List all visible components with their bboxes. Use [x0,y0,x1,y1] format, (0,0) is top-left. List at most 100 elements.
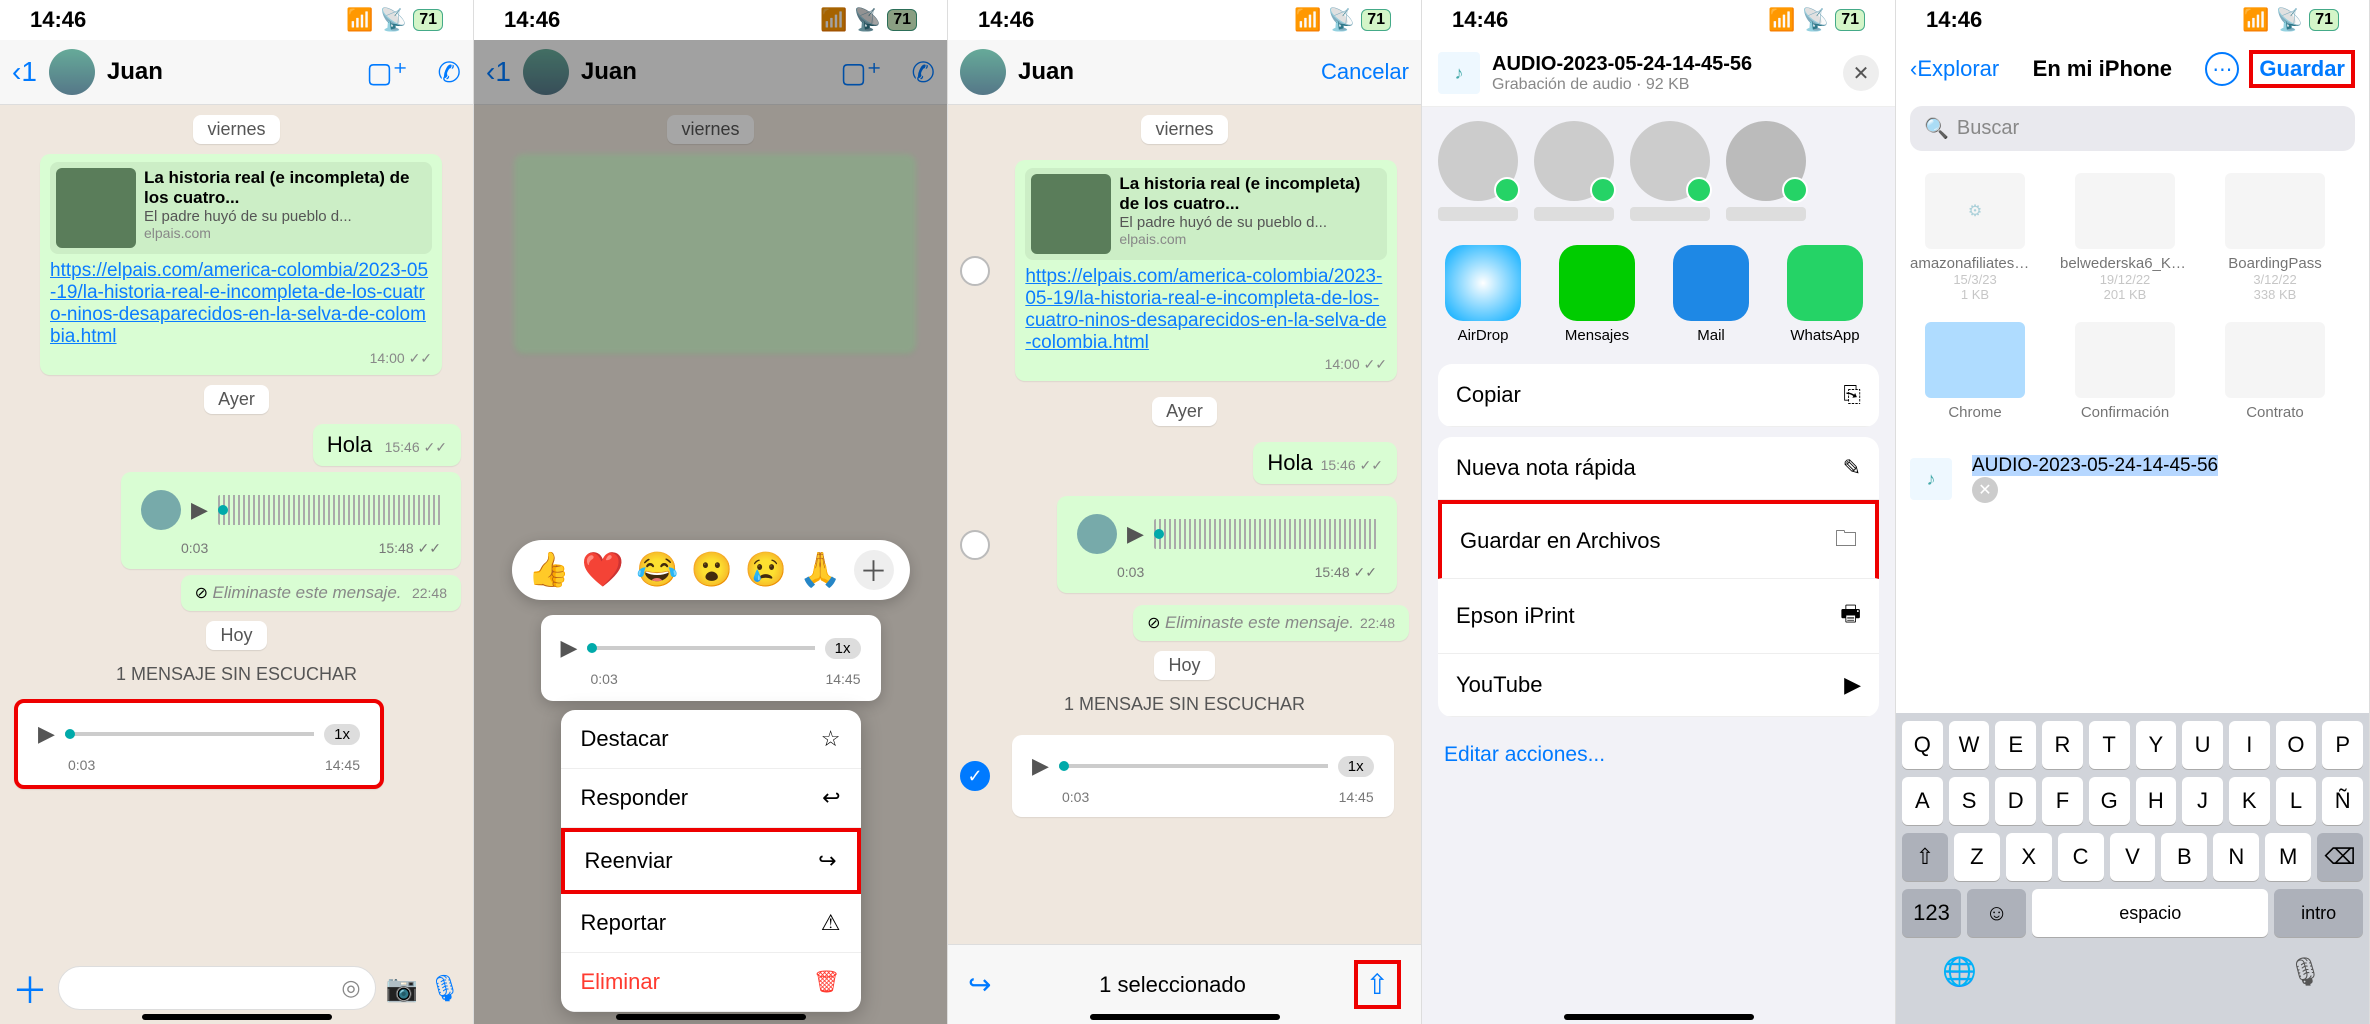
play-icon[interactable]: ▶ [191,497,208,523]
sticker-icon[interactable]: ◎ [341,975,360,1001]
backspace-key[interactable]: ⌫ [2317,833,2363,881]
menu-reply[interactable]: Responder↩ [561,769,861,828]
action-epson[interactable]: Epson iPrint🖶 [1438,579,1879,654]
reaction-picker[interactable]: 👍 ❤️ 😂 😮 😢 🙏 ＋ [511,540,909,600]
apps-row: AirDrop Mensajes Mail WhatsApp [1422,235,1895,354]
voice-call-icon[interactable]: ✆ [438,56,461,89]
back-button[interactable]: ‹1 [12,56,37,88]
share-button[interactable]: ⇧ [1354,960,1401,1009]
url-text[interactable]: https://elpais.com/america-colombia/2023… [50,260,432,348]
enter-key[interactable]: intro [2274,889,2363,937]
message-audio-incoming[interactable]: ▶ 1x 0:0314:45 [14,699,384,789]
date-separator: viernes [193,115,279,144]
reaction-heart[interactable]: ❤️ [582,550,624,590]
folder-item[interactable]: Confirmación [2060,322,2190,421]
message-input[interactable]: ◎ [58,966,376,1010]
reaction-laugh[interactable]: 😂 [636,550,678,590]
location-title: En mi iPhone [2009,56,2195,82]
input-bar: ＋ ◎ 📷 🎙 [0,962,473,1014]
reaction-thumbs-up[interactable]: 👍 [527,550,569,590]
attach-button[interactable]: ＋ [12,962,48,1014]
mic-icon[interactable]: 🎙 [428,973,461,1004]
app-airdrop[interactable]: AirDrop [1438,245,1528,344]
menu-delete[interactable]: Eliminar🗑 [561,953,861,1012]
file-name: AUDIO-2023-05-24-14-45-56 [1492,53,1831,76]
date-separator: Ayer [204,385,269,414]
edit-actions-link[interactable]: Editar acciones... [1422,727,1895,783]
message-link[interactable]: La historia real (e incompleta) de los c… [40,154,442,375]
share-header: ♪ AUDIO-2023-05-24-14-45-56 Grabación de… [1422,40,1895,107]
clear-button[interactable]: ✕ [1972,477,1998,503]
folder-item[interactable]: Contrato [2210,322,2340,421]
numbers-key[interactable]: 123 [1902,889,1961,937]
action-save-files[interactable]: Guardar en Archivos🗀 [1438,500,1879,579]
audio-file-icon: ♪ [1910,458,1952,500]
home-indicator[interactable] [142,1014,332,1020]
play-icon[interactable]: ▶ [561,635,578,661]
close-button[interactable]: ✕ [1843,55,1879,91]
filename-input[interactable]: AUDIO-2023-05-24-14-45-56 ✕ [1962,445,2355,513]
message-deleted: ⊘ Eliminaste este mensaje. 22:48 [181,575,461,611]
message-text[interactable]: Hola 15:46 ✓✓ [313,424,461,466]
app-messages[interactable]: Mensajes [1552,245,1642,344]
chat-header: ‹1 Juan ▢⁺ ✆ [0,40,473,105]
select-checkbox[interactable] [960,256,990,286]
status-icons: 📶 📡 71 [346,7,443,33]
globe-icon[interactable]: 🌐 [1942,955,1977,988]
space-key[interactable]: espacio [2032,889,2268,937]
action-new-note[interactable]: Nueva nota rápida✎ [1438,437,1879,500]
context-menu: Destacar☆ Responder↩ Reenviar↪ Reportar⚠… [561,710,861,1012]
action-copy[interactable]: Copiar⎘ [1438,364,1879,427]
folder-item[interactable]: ⚙amazonafiliates@naj...email15/3/231 KB [1910,173,2040,302]
reaction-more[interactable]: ＋ [854,550,894,590]
time: 14:46 [30,7,86,33]
search-input[interactable]: 🔍Buscar [1910,106,2355,151]
select-checkbox[interactable] [960,530,990,560]
reaction-pray[interactable]: 🙏 [799,550,841,590]
files-header: ‹ Explorar En mi iPhone ⋯ Guardar [1896,40,2369,98]
home-indicator[interactable] [616,1014,806,1020]
share-contact[interactable] [1438,121,1518,201]
block-icon: ⊘ [195,585,213,602]
cancel-button[interactable]: Cancelar [1321,59,1409,85]
reaction-wow[interactable]: 😮 [691,550,733,590]
share-contact[interactable] [1534,121,1614,201]
more-button[interactable]: ⋯ [2205,52,2239,86]
app-mail[interactable]: Mail [1666,245,1756,344]
menu-star[interactable]: Destacar☆ [561,710,861,769]
pane-4-share-sheet: 14:46📶📡71 ♪ AUDIO-2023-05-24-14-45-56 Gr… [1422,0,1896,1024]
reaction-sad[interactable]: 😢 [745,550,787,590]
folder-item[interactable]: BoardingPass3/12/22338 KB [2210,173,2340,302]
menu-report[interactable]: Reportar⚠ [561,894,861,953]
wifi-icon: 📡 [380,7,407,33]
key[interactable]: Q [1902,721,1943,769]
shift-key[interactable]: ⇧ [1902,833,1948,881]
camera-icon[interactable]: 📷 [386,973,418,1004]
save-button[interactable]: Guardar [2249,50,2355,88]
select-checkbox-checked[interactable]: ✓ [960,761,990,791]
unheard-banner: 1 MENSAJE SIN ESCUCHAR [0,664,473,685]
contact-name[interactable]: Juan [107,58,354,86]
home-indicator[interactable] [1564,1014,1754,1020]
folder-item[interactable]: Chrome [1910,322,2040,421]
play-icon[interactable]: ▶ [38,721,55,747]
speed-button[interactable]: 1x [324,724,360,745]
action-youtube[interactable]: YouTube▶ [1438,654,1879,717]
dictation-icon[interactable]: 🎙 [2287,955,2323,988]
reply-icon: ↩ [822,785,840,811]
app-whatsapp[interactable]: WhatsApp [1780,245,1870,344]
back-button[interactable]: ‹ Explorar [1910,56,1999,82]
emoji-key[interactable]: ☺ [1967,889,2026,937]
menu-forward[interactable]: Reenviar↪ [561,828,861,894]
video-call-icon[interactable]: ▢⁺ [366,56,407,89]
link-thumbnail [56,168,136,248]
youtube-icon: ▶ [1844,672,1861,698]
avatar[interactable] [49,49,95,95]
forward-icon[interactable]: ↪ [968,968,991,1001]
warning-icon: ⚠ [821,910,841,936]
share-contact[interactable] [1726,121,1806,201]
share-contact[interactable] [1630,121,1710,201]
message-audio[interactable]: ▶ 0:0315:48 ✓✓ [121,472,461,569]
folder-item[interactable]: belwederska6_KO...202219/12/22201 KB [2060,173,2190,302]
home-indicator[interactable] [1090,1014,1280,1020]
